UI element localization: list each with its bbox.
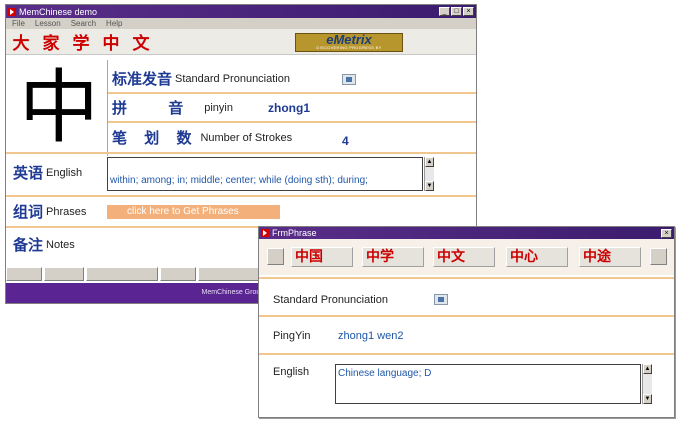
menu-search[interactable]: Search xyxy=(71,19,96,28)
divider xyxy=(107,60,108,156)
minimize-icon[interactable]: _ xyxy=(439,7,450,16)
popup-english-scrollbar[interactable]: ▲ ▼ xyxy=(642,364,652,404)
toolbar-char-button[interactable]: 学 xyxy=(66,29,96,54)
popup-english-textbox[interactable]: Chinese language; D xyxy=(335,364,641,404)
toolbar-char-button[interactable]: 大 xyxy=(6,29,36,54)
speaker-icon[interactable] xyxy=(342,74,356,85)
notes-label: Notes xyxy=(46,238,75,251)
main-titlebar[interactable]: MemChinese demo _ □ × xyxy=(6,5,476,18)
separator xyxy=(259,353,674,355)
pingyin-value: zhong1 wen2 xyxy=(338,330,404,342)
separator xyxy=(259,315,674,317)
phrase-bar: 中国 中学 中文 中心 中途 xyxy=(259,239,674,275)
close-icon[interactable]: × xyxy=(463,7,474,16)
toolbar-char-button[interactable]: 家 xyxy=(36,29,66,54)
separator xyxy=(108,92,476,94)
character-display: 中 xyxy=(19,61,99,154)
status-cell xyxy=(6,267,42,281)
toolbar-char-button[interactable]: 中 xyxy=(96,29,126,54)
pingyin-label: PingYin xyxy=(273,330,311,342)
strokes-label: Number of Strokes xyxy=(200,131,293,144)
strokes-value: 4 xyxy=(342,134,349,148)
menubar: File Lesson Search Help xyxy=(6,18,476,29)
scroll-down-icon[interactable]: ▼ xyxy=(425,181,434,191)
english-label: English xyxy=(46,166,83,179)
status-cell xyxy=(44,267,84,281)
pronunciation-hanzi: 标准发音 xyxy=(112,70,173,88)
phrase-button[interactable]: 中国 xyxy=(291,247,353,267)
popup-pronunciation-label: Standard Pronunciation xyxy=(273,294,388,306)
app-icon xyxy=(261,229,269,237)
notes-hanzi: 备注 xyxy=(13,236,44,254)
strokes-row: 笔 划 数 Number of Strokes xyxy=(112,127,292,148)
pinyin-hanzi: 拼 音 xyxy=(112,99,202,117)
english-textbox[interactable]: within; among; in; middle; center; while… xyxy=(107,157,423,191)
scroll-up-icon[interactable]: ▲ xyxy=(425,157,434,167)
separator xyxy=(6,195,476,197)
phrase-button[interactable]: 中途 xyxy=(579,247,641,267)
phrase-button[interactable]: 中心 xyxy=(506,247,568,267)
popup-english-label: English xyxy=(273,366,310,378)
strokes-hanzi: 笔 划 数 xyxy=(112,129,198,147)
scroll-down-icon[interactable]: ▼ xyxy=(643,394,652,404)
scroll-up-icon[interactable]: ▲ xyxy=(643,364,652,374)
menu-file[interactable]: File xyxy=(12,19,25,28)
phrases-hanzi: 组词 xyxy=(13,203,44,221)
phrases-row: 组词 Phrases xyxy=(13,201,86,222)
english-scrollbar[interactable]: ▲ ▼ xyxy=(424,157,434,191)
app-icon xyxy=(8,7,16,16)
menu-lesson[interactable]: Lesson xyxy=(35,19,61,28)
pinyin-row: 拼 音 pinyin xyxy=(112,97,233,118)
toolbar-char-button[interactable]: 文 xyxy=(126,29,156,54)
phrase-titlebar[interactable]: FrmPhrase × xyxy=(259,227,674,239)
get-phrases-button[interactable]: click here to Get Phrases xyxy=(107,205,280,219)
close-icon[interactable]: × xyxy=(661,228,672,238)
pronunciation-label: Standard Pronunciation xyxy=(175,72,290,85)
separator xyxy=(108,121,476,123)
prev-button[interactable] xyxy=(267,248,284,265)
speaker-icon[interactable] xyxy=(434,294,448,305)
separator xyxy=(259,277,674,279)
pinyin-label: pinyin xyxy=(204,101,233,114)
phrase-button[interactable]: 中学 xyxy=(362,247,424,267)
phrase-window: FrmPhrase × 中国 中学 中文 中心 中途 Standard Pron… xyxy=(258,226,675,418)
separator xyxy=(6,152,476,154)
phrases-label: Phrases xyxy=(46,205,87,218)
emetrix-logo: eMetrix DISCOVERING PROGRESS BY xyxy=(295,33,403,52)
maximize-icon[interactable]: □ xyxy=(451,7,462,16)
menu-help[interactable]: Help xyxy=(106,19,122,28)
phrase-window-title: FrmPhrase xyxy=(272,228,317,238)
pinyin-value: zhong1 xyxy=(268,101,310,115)
status-cell xyxy=(86,267,158,281)
status-cell xyxy=(160,267,196,281)
next-button[interactable] xyxy=(650,248,667,265)
char-toolbar: 大 家 学 中 文 eMetrix DISCOVERING PROGRESS B… xyxy=(6,29,476,55)
notes-row: 备注 Notes xyxy=(13,234,75,255)
main-window-title: MemChinese demo xyxy=(19,6,98,17)
english-row: 英语 English xyxy=(13,162,82,183)
phrase-button[interactable]: 中文 xyxy=(433,247,495,267)
pronunciation-row: 标准发音 Standard Pronunciation xyxy=(112,68,290,89)
english-hanzi: 英语 xyxy=(13,164,44,182)
